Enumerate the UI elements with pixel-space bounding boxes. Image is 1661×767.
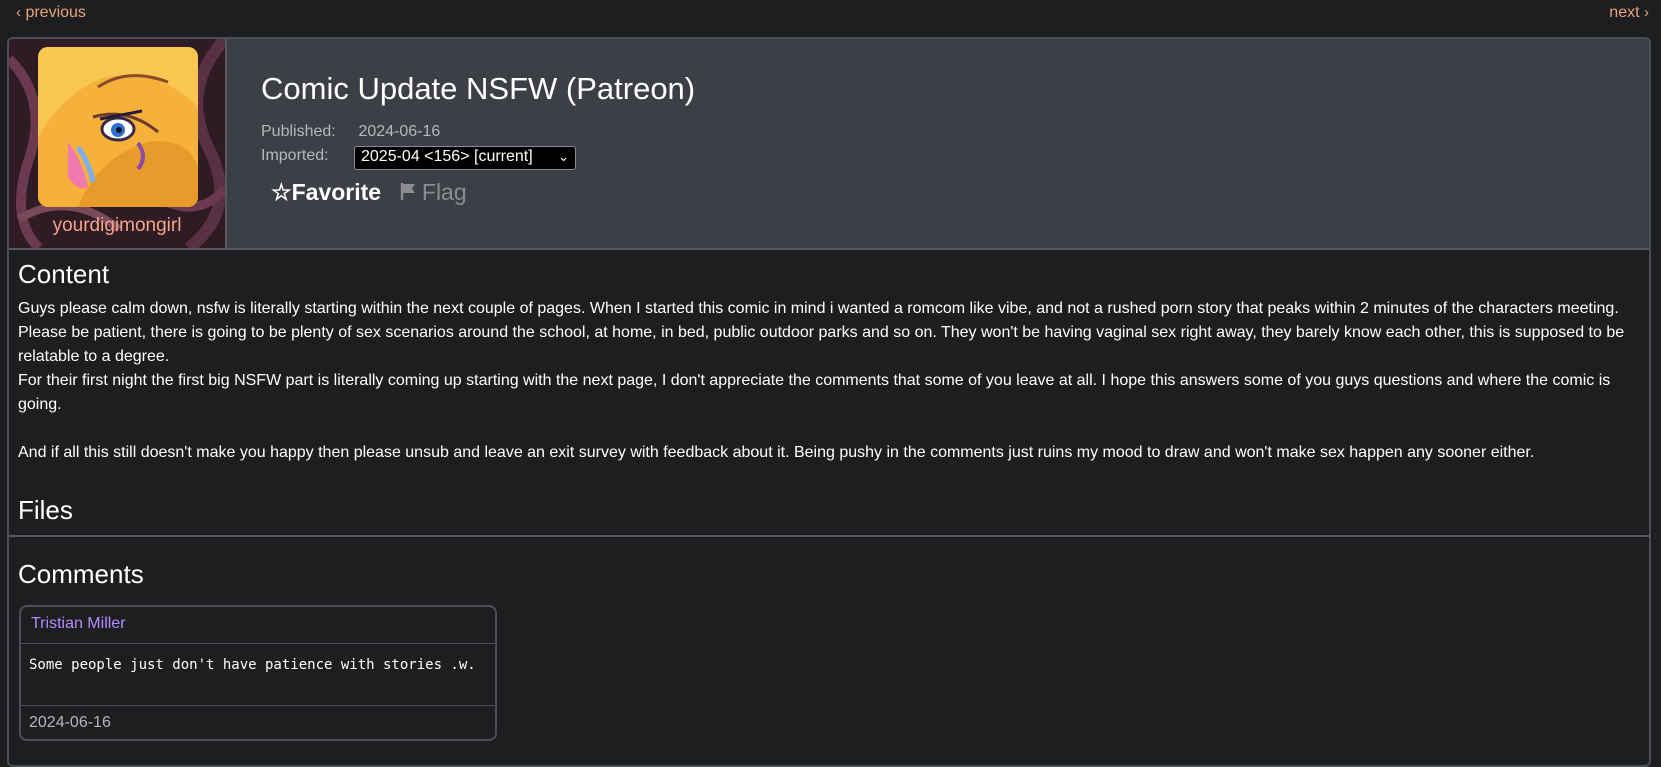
published-label: Published: xyxy=(261,123,336,140)
comment-date: 2024-06-16 xyxy=(29,714,111,731)
user-panel: yourdigimongirl xyxy=(9,39,227,248)
published-date: 2024-06-16 xyxy=(358,123,441,140)
previous-link[interactable]: ‹ previous xyxy=(16,4,86,22)
comment-text: Some people just don't have patience wit… xyxy=(21,644,495,706)
favorite-button[interactable]: ☆Favorite xyxy=(271,179,381,206)
chevron-right-icon: › xyxy=(1644,4,1649,21)
post-card: yourdigimongirl Comic Update NSFW (Patre… xyxy=(7,37,1651,767)
star-outline-icon: ☆ xyxy=(271,179,292,205)
flag-icon xyxy=(400,179,416,205)
revision-select[interactable]: 2025-04 <156> [current] ⌄ xyxy=(354,146,576,170)
imported-label: Imported: xyxy=(261,147,329,164)
previous-label: previous xyxy=(25,4,86,21)
favorite-label: Favorite xyxy=(291,179,382,205)
username-link[interactable]: yourdigimongirl xyxy=(9,215,225,237)
files-heading: Files xyxy=(18,495,73,525)
avatar[interactable] xyxy=(38,47,198,207)
comment-card: Tristian Miller Some people just don't h… xyxy=(19,605,497,741)
flag-button[interactable]: Flag xyxy=(400,179,467,206)
flag-label: Flag xyxy=(421,179,467,205)
top-navigation: ‹ previous next › xyxy=(0,0,1661,32)
imported-row: Imported: xyxy=(261,147,354,165)
post-content: Guys please calm down, nsfw is literally… xyxy=(18,297,1638,465)
chevron-left-icon: ‹ xyxy=(16,4,21,21)
revision-select-value: 2025-04 <156> [current] xyxy=(361,148,533,165)
avatar-image xyxy=(38,47,198,207)
comment-author-link[interactable]: Tristian Miller xyxy=(21,607,495,644)
comments-heading: Comments xyxy=(18,559,144,589)
content-paragraph: For their first night the first big NSFW… xyxy=(18,372,1611,413)
section-divider xyxy=(9,535,1649,537)
post-title: Comic Update NSFW (Patreon) xyxy=(261,71,696,106)
chevron-down-icon: ⌄ xyxy=(558,149,569,164)
content-paragraph: And if all this still doesn't make you h… xyxy=(18,444,1535,461)
post-actions: ☆Favorite Flag xyxy=(271,179,467,206)
next-link[interactable]: next › xyxy=(1609,4,1649,22)
content-heading: Content xyxy=(18,259,110,289)
content-paragraph: Guys please calm down, nsfw is literally… xyxy=(18,300,1625,365)
post-header: yourdigimongirl Comic Update NSFW (Patre… xyxy=(9,39,1649,250)
next-label: next xyxy=(1609,4,1640,21)
published-row: Published: 2024-06-16 xyxy=(261,123,440,141)
